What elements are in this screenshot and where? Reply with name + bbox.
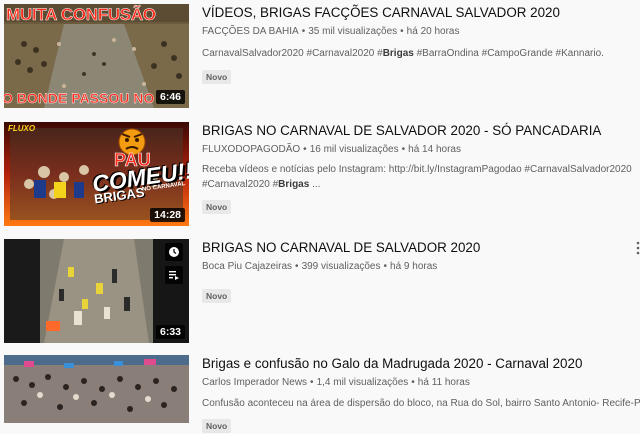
new-badge: Novo <box>202 419 232 433</box>
video-meta: BRIGAS NO CARNAVAL DE SALVADOR 2020 Boca… <box>202 239 640 304</box>
channel-name[interactable]: FACÇÕES DA BAHIA <box>202 26 299 37</box>
video-duration: 6:46 <box>155 90 185 104</box>
video-subline: Carlos Imperador News • 1,4 mil visualizaç… <box>202 377 640 388</box>
video-title[interactable]: BRIGAS NO CARNAVAL DE SALVADOR 2020 - SÓ… <box>202 122 640 139</box>
channel-name[interactable]: Boca Piu Cajazeiras <box>202 261 292 272</box>
new-badge: Novo <box>202 70 232 84</box>
separator: • <box>301 26 306 37</box>
video-title[interactable]: BRIGAS NO CARNAVAL DE SALVADOR 2020 <box>202 239 640 256</box>
video-thumbnail[interactable]: PAU FLUXO COMEU!! BRIGAS NO CARNAVAL 14:… <box>4 122 189 226</box>
upload-age: há 9 horas <box>390 261 438 272</box>
video-duration: 14:28 <box>150 208 185 222</box>
thumbnail-top-caption: MUITA CONFUSÃO <box>6 5 157 25</box>
video-subline: FACÇÕES DA BAHIA • 35 mil visualizações • há… <box>202 26 640 37</box>
thumbnail-hover-actions <box>165 243 183 289</box>
description-text: Receba vídeos e notícias pelo Instagram:… <box>202 164 632 175</box>
channel-logo: FLUXO <box>8 124 36 133</box>
video-subline: Boca Piu Cajazeiras • 399 visualizações • há… <box>202 261 640 272</box>
upload-age: há 14 horas <box>408 144 461 155</box>
new-badge: Novo <box>202 289 232 303</box>
video-meta: VÍDEOS, BRIGAS FACÇÕES CARNAVAL SALVADOR… <box>202 4 640 85</box>
channel-name[interactable]: FLUXODOPAGODÃO <box>202 144 300 155</box>
video-description: CarnavalSalvador2020 #Carnaval2020 #Brig… <box>202 46 640 61</box>
separator: • <box>411 377 415 388</box>
add-to-queue-icon[interactable] <box>165 266 183 284</box>
separator: • <box>303 144 307 155</box>
description-highlight: Brigas <box>382 48 414 59</box>
video-thumbnail[interactable] <box>4 355 189 423</box>
view-count: 16 mil visualizações <box>309 144 399 155</box>
video-meta: BRIGAS NO CARNAVAL DE SALVADOR 2020 - SÓ… <box>202 122 640 215</box>
description-text: #Carnaval2020 # <box>202 179 279 190</box>
video-duration: 6:33 <box>155 325 185 339</box>
video-thumbnail[interactable]: 6:33 <box>4 239 189 343</box>
video-description: Confusão aconteceu na área de dispersão … <box>202 398 640 409</box>
channel-name[interactable]: Carlos Imperador News <box>202 377 307 388</box>
separator: • <box>383 261 388 272</box>
separator: • <box>401 144 406 155</box>
thumbnail-bottom-caption: O BONDE PASSOU NO <box>4 90 155 106</box>
description-text: #BarraOndina #CampoGrande #Kannario. <box>413 48 604 59</box>
separator: • <box>295 261 299 272</box>
view-count: 1,4 mil visualizações <box>316 377 409 388</box>
view-count: 399 visualizações <box>301 261 381 272</box>
description-text: CarnavalSalvador2020 #Carnaval2020 # <box>202 48 383 59</box>
upload-age: há 20 horas <box>406 26 460 37</box>
description-highlight: Brigas <box>278 179 310 190</box>
separator: • <box>310 377 314 388</box>
more-actions-icon[interactable] <box>636 241 640 258</box>
new-badge: Novo <box>202 200 232 214</box>
thumbnail-image <box>4 355 189 423</box>
separator: • <box>400 26 404 37</box>
watch-later-icon[interactable] <box>165 243 183 261</box>
view-count: 35 mil visualizações <box>308 26 398 37</box>
video-thumbnail[interactable]: MUITA CONFUSÃO O BONDE PASSOU NO 6:46 <box>4 4 189 108</box>
upload-age: há 11 horas <box>417 377 470 388</box>
video-description: Receba vídeos e notícias pelo Instagram:… <box>202 162 640 192</box>
video-title[interactable]: VÍDEOS, BRIGAS FACÇÕES CARNAVAL SALVADOR… <box>202 4 640 21</box>
video-subline: FLUXODOPAGODÃO • 16 mil visualizações • há 1… <box>202 144 640 155</box>
video-meta: Brigas e confusão no Galo da Madrugada 2… <box>202 355 640 434</box>
video-title[interactable]: Brigas e confusão no Galo da Madrugada 2… <box>202 355 640 372</box>
description-text: ... <box>309 179 321 190</box>
